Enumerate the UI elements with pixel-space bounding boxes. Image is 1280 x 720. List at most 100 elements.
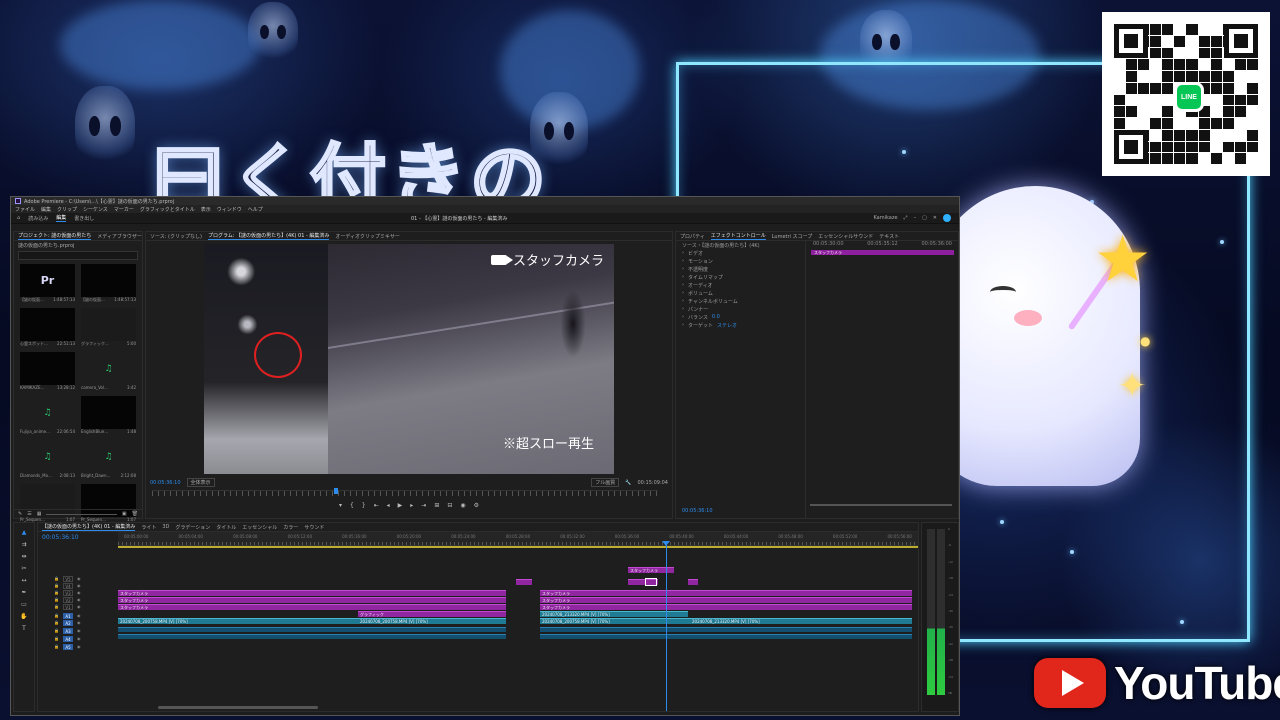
ripple-edit-icon[interactable]: ⇹ bbox=[21, 553, 26, 560]
effect-row[interactable]: › モーション bbox=[676, 257, 805, 265]
eye-icon[interactable]: ◉ bbox=[77, 583, 81, 588]
selection-tool-icon[interactable]: ▲ bbox=[22, 529, 27, 536]
icon-view-icon[interactable]: ▦ bbox=[37, 511, 42, 517]
lock-icon[interactable]: 🔒 bbox=[54, 597, 59, 602]
effect-row[interactable]: › 不透明度 bbox=[676, 265, 805, 273]
work-area-bar[interactable] bbox=[118, 546, 918, 548]
menu-item[interactable]: マーカー bbox=[114, 206, 134, 213]
timeline-clip[interactable]: スタッフカメラ bbox=[628, 567, 674, 573]
project-search-input[interactable] bbox=[18, 251, 138, 260]
track-label[interactable]: A2 bbox=[62, 619, 73, 626]
tab-essential-sound[interactable]: エッセンシャルサウンド bbox=[818, 233, 873, 240]
minimize-icon[interactable]: – bbox=[914, 215, 917, 221]
program-playhead[interactable] bbox=[334, 488, 339, 494]
lock-icon[interactable]: 🔒 bbox=[54, 583, 59, 588]
effect-expand-icon[interactable]: › bbox=[682, 250, 684, 256]
eye-icon[interactable]: ◉ bbox=[77, 597, 81, 602]
effect-row[interactable]: › オーディオ bbox=[676, 281, 805, 289]
help-icon[interactable] bbox=[943, 214, 951, 222]
marker-icon[interactable]: ▾ bbox=[339, 502, 342, 512]
tab-sequence[interactable]: タイトル bbox=[216, 524, 236, 531]
project-item[interactable]: Pr_Sequen... 1:07 bbox=[81, 484, 136, 524]
effect-row[interactable]: › ターゲット ステレオ bbox=[676, 321, 805, 329]
effect-expand-icon[interactable]: › bbox=[682, 274, 684, 280]
project-item[interactable]: 心霊スポット... 22:51:13 bbox=[20, 308, 75, 348]
settings-icon[interactable]: ⚙ bbox=[474, 502, 479, 512]
mark-in-icon[interactable]: { bbox=[350, 502, 354, 512]
video-clip[interactable]: 20240708_200758.MP4 [V] [70%] bbox=[118, 618, 358, 624]
lock-icon[interactable]: 🔒 bbox=[54, 620, 59, 625]
menu-item[interactable]: グラフィックとタイトル bbox=[140, 206, 195, 213]
effect-row[interactable]: › ボリューム bbox=[676, 289, 805, 297]
effect-row-value[interactable]: 0.0 bbox=[712, 314, 720, 320]
insert-icon[interactable]: ⊞ bbox=[434, 502, 439, 512]
project-item[interactable]: ♫ Diamonds_Mo... 2:08:13 bbox=[20, 440, 75, 480]
tab-import[interactable]: 読み込み bbox=[28, 215, 48, 222]
timeline-clip[interactable]: スタッフカメラ bbox=[118, 597, 506, 603]
lock-icon[interactable]: 🔒 bbox=[54, 590, 59, 595]
effect-expand-icon[interactable]: › bbox=[682, 306, 684, 312]
list-view-icon[interactable]: ☰ bbox=[27, 511, 31, 517]
effect-row[interactable]: › バランス 0.0 bbox=[676, 313, 805, 321]
effect-row[interactable]: › パンナー bbox=[676, 305, 805, 313]
pencil-icon[interactable]: ✎ bbox=[18, 511, 22, 517]
effect-expand-icon[interactable]: › bbox=[682, 266, 684, 272]
tab-sequence[interactable]: 3D bbox=[162, 524, 169, 530]
close-icon[interactable]: ✕ bbox=[933, 215, 937, 221]
tab-program[interactable]: プログラム: 【謎の仮面の男たち】(4K) 01 - 編集済み bbox=[207, 232, 330, 240]
lock-icon[interactable]: 🔒 bbox=[54, 604, 59, 609]
effect-expand-icon[interactable]: › bbox=[682, 314, 684, 320]
play-icon[interactable]: ▶ bbox=[398, 502, 403, 512]
lock-icon[interactable]: 🔒 bbox=[54, 636, 59, 641]
eye-icon[interactable]: ◉ bbox=[77, 590, 81, 595]
overwrite-icon[interactable]: ⊟ bbox=[447, 502, 452, 512]
eye-icon[interactable]: ◉ bbox=[77, 613, 81, 618]
type-tool-icon[interactable]: T bbox=[22, 625, 26, 632]
fullscreen-icon[interactable]: ⤢ bbox=[904, 215, 908, 221]
home-icon[interactable]: ⌂ bbox=[17, 215, 20, 221]
track-label[interactable]: V2 bbox=[62, 596, 73, 603]
track-label[interactable]: A5 bbox=[62, 643, 73, 650]
rectangle-tool-icon[interactable]: ▭ bbox=[21, 601, 27, 608]
timeline-clip[interactable] bbox=[516, 579, 532, 585]
tab-sequence[interactable]: エッセンシャル bbox=[242, 524, 277, 531]
zoom-slider[interactable] bbox=[46, 513, 117, 515]
tab-properties[interactable]: プロパティ bbox=[680, 233, 705, 240]
menu-item[interactable]: ウィンドウ bbox=[217, 206, 242, 213]
track-label[interactable]: A3 bbox=[62, 627, 73, 634]
effect-row[interactable]: › ビデオ bbox=[676, 249, 805, 257]
tab-sequence[interactable]: サウンド bbox=[304, 524, 324, 531]
hand-tool-icon[interactable]: ✋ bbox=[20, 613, 27, 620]
project-item[interactable]: KAMIKAZE... 13:28:12 bbox=[20, 352, 75, 392]
video-clip[interactable]: 20240708_213320.MP4 [V] [70%] bbox=[690, 618, 912, 624]
project-item[interactable]: 【謎の仮面... 1:48:57:13 bbox=[81, 264, 136, 304]
eye-icon[interactable]: ◉ bbox=[77, 644, 81, 649]
tab-sequence[interactable]: 【謎の仮面の男たち】(4K) 01 - 編集済み bbox=[42, 523, 136, 531]
video-clip[interactable]: 20240708_200758.MP4 [V] [70%] bbox=[358, 618, 506, 624]
tab-media-browser[interactable]: メディアブラウザー bbox=[97, 233, 142, 240]
effect-expand-icon[interactable]: › bbox=[682, 258, 684, 264]
maximize-icon[interactable]: ▢ bbox=[922, 215, 927, 221]
audio-clip[interactable] bbox=[118, 634, 506, 639]
audio-clip[interactable] bbox=[540, 634, 912, 639]
audio-clip[interactable] bbox=[540, 627, 912, 632]
video-frame[interactable]: スタッフカメラ ※超スロー再生 bbox=[204, 244, 614, 474]
eye-icon[interactable]: ◉ bbox=[77, 636, 81, 641]
lock-icon[interactable]: 🔒 bbox=[54, 576, 59, 581]
timeline-clip[interactable] bbox=[688, 579, 698, 585]
effect-clip-bar[interactable]: スタッフカメラ bbox=[811, 250, 954, 255]
track-label[interactable]: A4 bbox=[62, 635, 73, 642]
step-forward-icon[interactable]: ▸ bbox=[410, 502, 413, 512]
project-item[interactable]: Pr_Sequen... 1:07 bbox=[20, 484, 75, 524]
eye-icon[interactable]: ◉ bbox=[77, 604, 81, 609]
menu-item[interactable]: 表示 bbox=[201, 206, 211, 213]
mark-out-icon[interactable]: } bbox=[362, 502, 366, 512]
track-label[interactable]: A1 bbox=[62, 612, 73, 619]
tab-project[interactable]: プロジェクト: 謎の仮面の男たち bbox=[18, 232, 92, 240]
track-label[interactable]: V1 bbox=[62, 603, 73, 610]
razor-tool-icon[interactable]: ✂ bbox=[21, 565, 26, 572]
video-clip[interactable]: 20240708_213320.MP4 [V] [70%] bbox=[540, 611, 648, 617]
track-label[interactable]: V5 bbox=[62, 575, 73, 582]
timeline-clip[interactable]: スタッフカメラ bbox=[118, 590, 506, 596]
program-timecode[interactable]: 00:05:36:10 bbox=[150, 480, 181, 486]
